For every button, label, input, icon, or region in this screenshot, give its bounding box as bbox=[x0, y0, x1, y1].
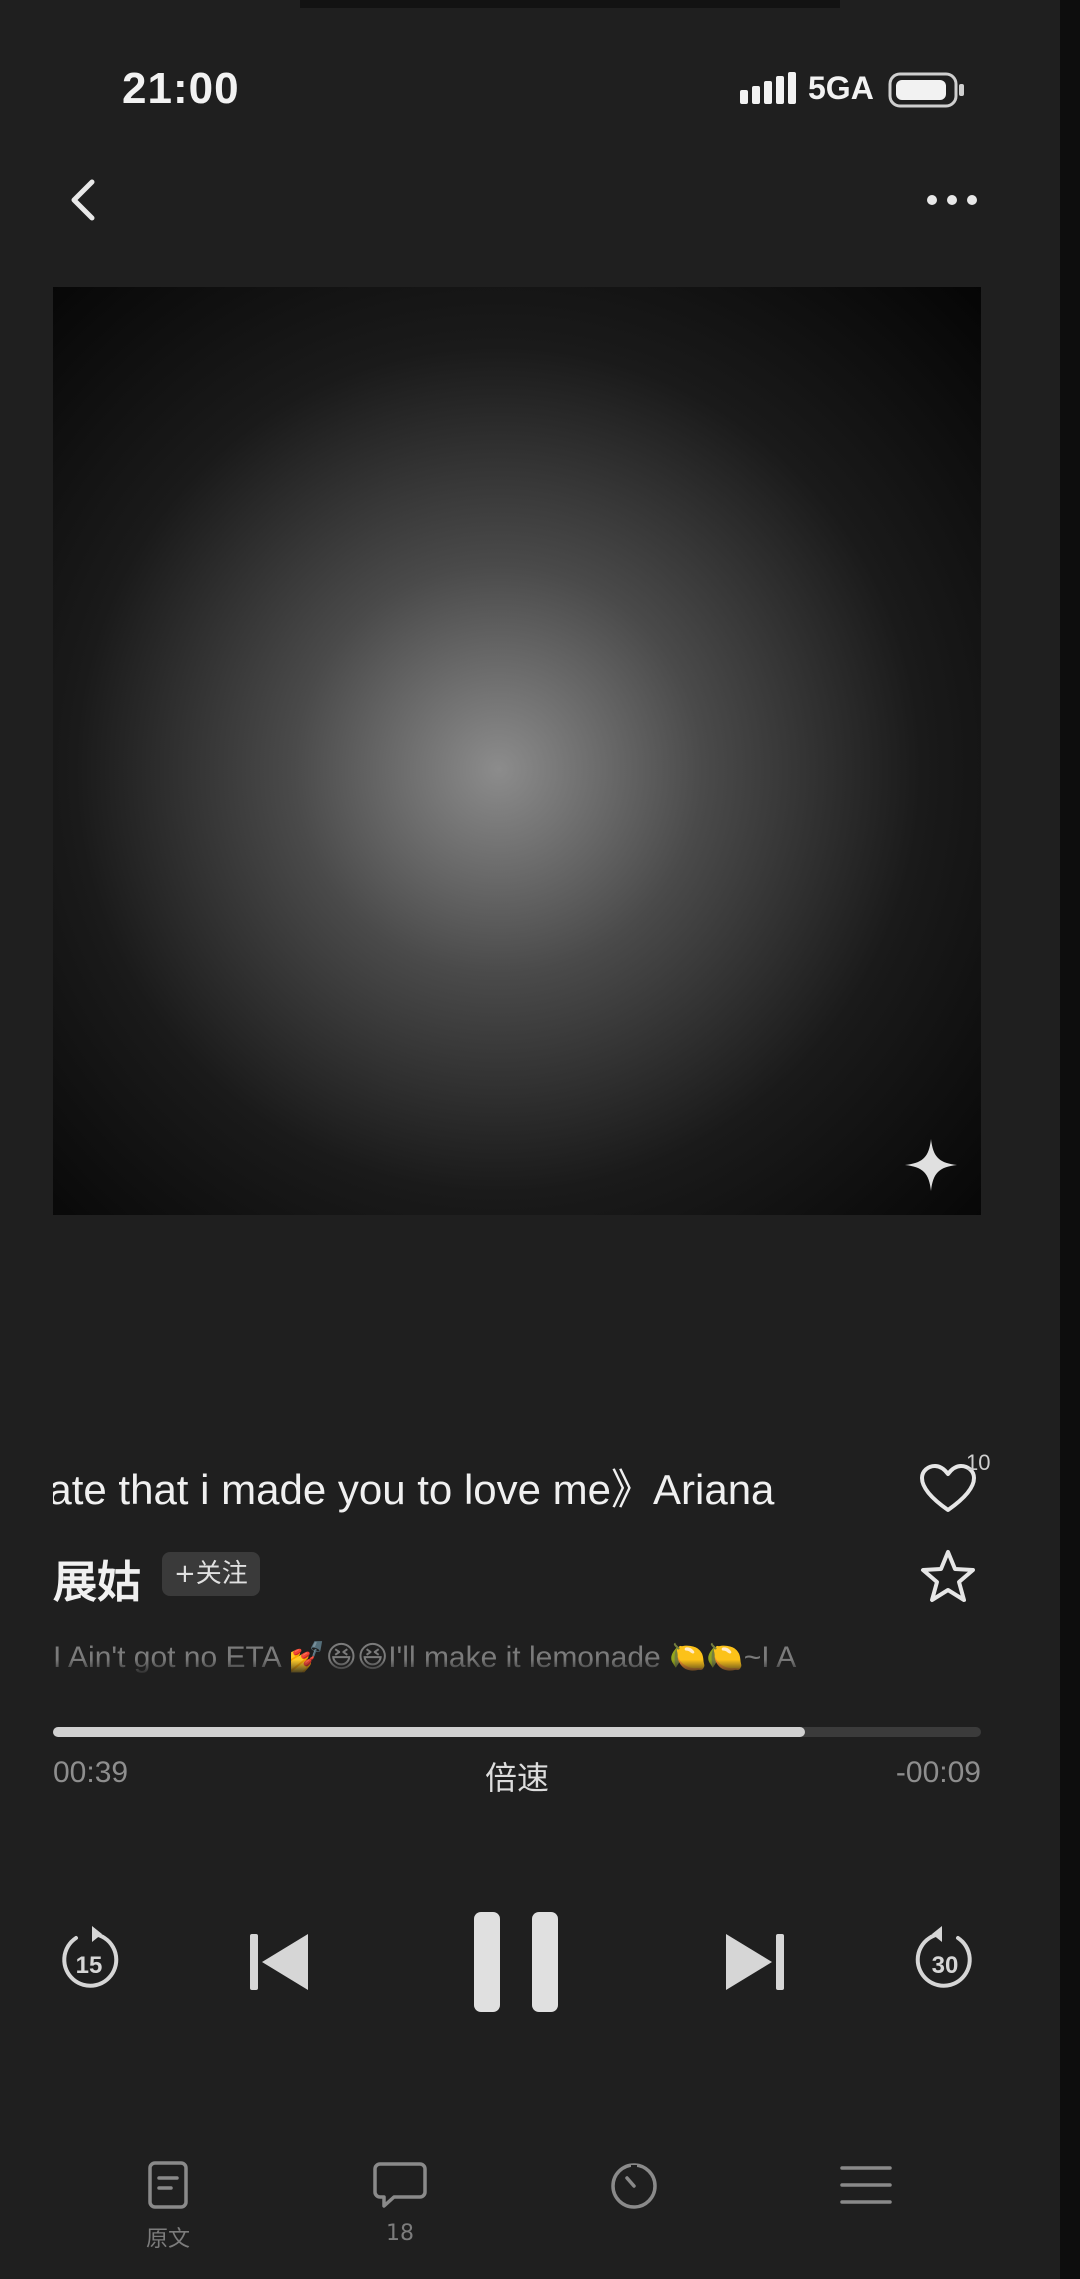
more-button[interactable] bbox=[920, 180, 984, 220]
forward-seconds: 30 bbox=[932, 1952, 959, 1979]
tab-timer[interactable] bbox=[574, 2160, 694, 2215]
rewind-15-icon[interactable]: 15 bbox=[56, 1924, 122, 1994]
previous-button[interactable] bbox=[248, 1932, 312, 1992]
tab-label: 原文 bbox=[145, 2227, 190, 2252]
back-button[interactable] bbox=[60, 170, 110, 230]
artist-name[interactable]: 展姑 bbox=[53, 1546, 141, 1610]
rewind-seconds: 15 bbox=[76, 1952, 103, 1979]
pause-button[interactable] bbox=[472, 1910, 562, 2014]
speed-button[interactable]: 倍速 bbox=[0, 1753, 1034, 1799]
document-icon bbox=[148, 2161, 188, 2209]
progress-bar[interactable] bbox=[53, 1727, 981, 1737]
battery-icon bbox=[888, 72, 964, 108]
star-icon[interactable] bbox=[918, 1548, 978, 1604]
list-icon bbox=[840, 2166, 892, 2204]
album-cover[interactable] bbox=[53, 287, 981, 1215]
status-bar: 21:00 5GA bbox=[0, 60, 1060, 120]
forward-30-icon[interactable]: 30 bbox=[912, 1924, 978, 1994]
playback-controls: 15 30 bbox=[0, 1910, 1060, 2020]
tab-playlist[interactable] bbox=[806, 2160, 926, 2215]
sparkle-icon[interactable] bbox=[901, 1135, 961, 1195]
nav-bar bbox=[0, 160, 1060, 240]
tab-original-text[interactable]: 原文 bbox=[108, 2160, 228, 2253]
tab-comments[interactable]: 18 bbox=[340, 2160, 460, 2246]
network-type: 5GA bbox=[808, 70, 874, 106]
status-time: 21:00 bbox=[122, 64, 240, 113]
timer-icon bbox=[611, 2163, 657, 2209]
next-button[interactable] bbox=[722, 1932, 786, 1992]
comment-count: 18 bbox=[386, 2221, 414, 2246]
comment-icon bbox=[373, 2162, 427, 2208]
like-count: 10 bbox=[966, 1450, 991, 1475]
lyric-line[interactable]: I Ain't got no ETA 💅😆😆I'll make it lemon… bbox=[53, 1640, 981, 1676]
bottom-bar: 原文 18 bbox=[0, 2160, 1060, 2270]
right-edge bbox=[1060, 0, 1080, 2279]
artist-row: 展姑 +关注 bbox=[0, 1538, 1060, 1608]
progress-fill bbox=[53, 1727, 805, 1737]
signal-icon bbox=[740, 72, 796, 104]
remaining-time: -00:09 bbox=[895, 1756, 981, 1789]
follow-button[interactable]: +关注 bbox=[162, 1552, 260, 1596]
track-title-row: hate that i made you to love me》Ariana 1… bbox=[0, 1450, 1060, 1530]
top-strip bbox=[300, 0, 840, 8]
track-title: hate that i made you to love me》Ariana bbox=[53, 1456, 893, 1517]
track-title-text: hate that i made you to love me》Ariana bbox=[53, 1466, 775, 1513]
